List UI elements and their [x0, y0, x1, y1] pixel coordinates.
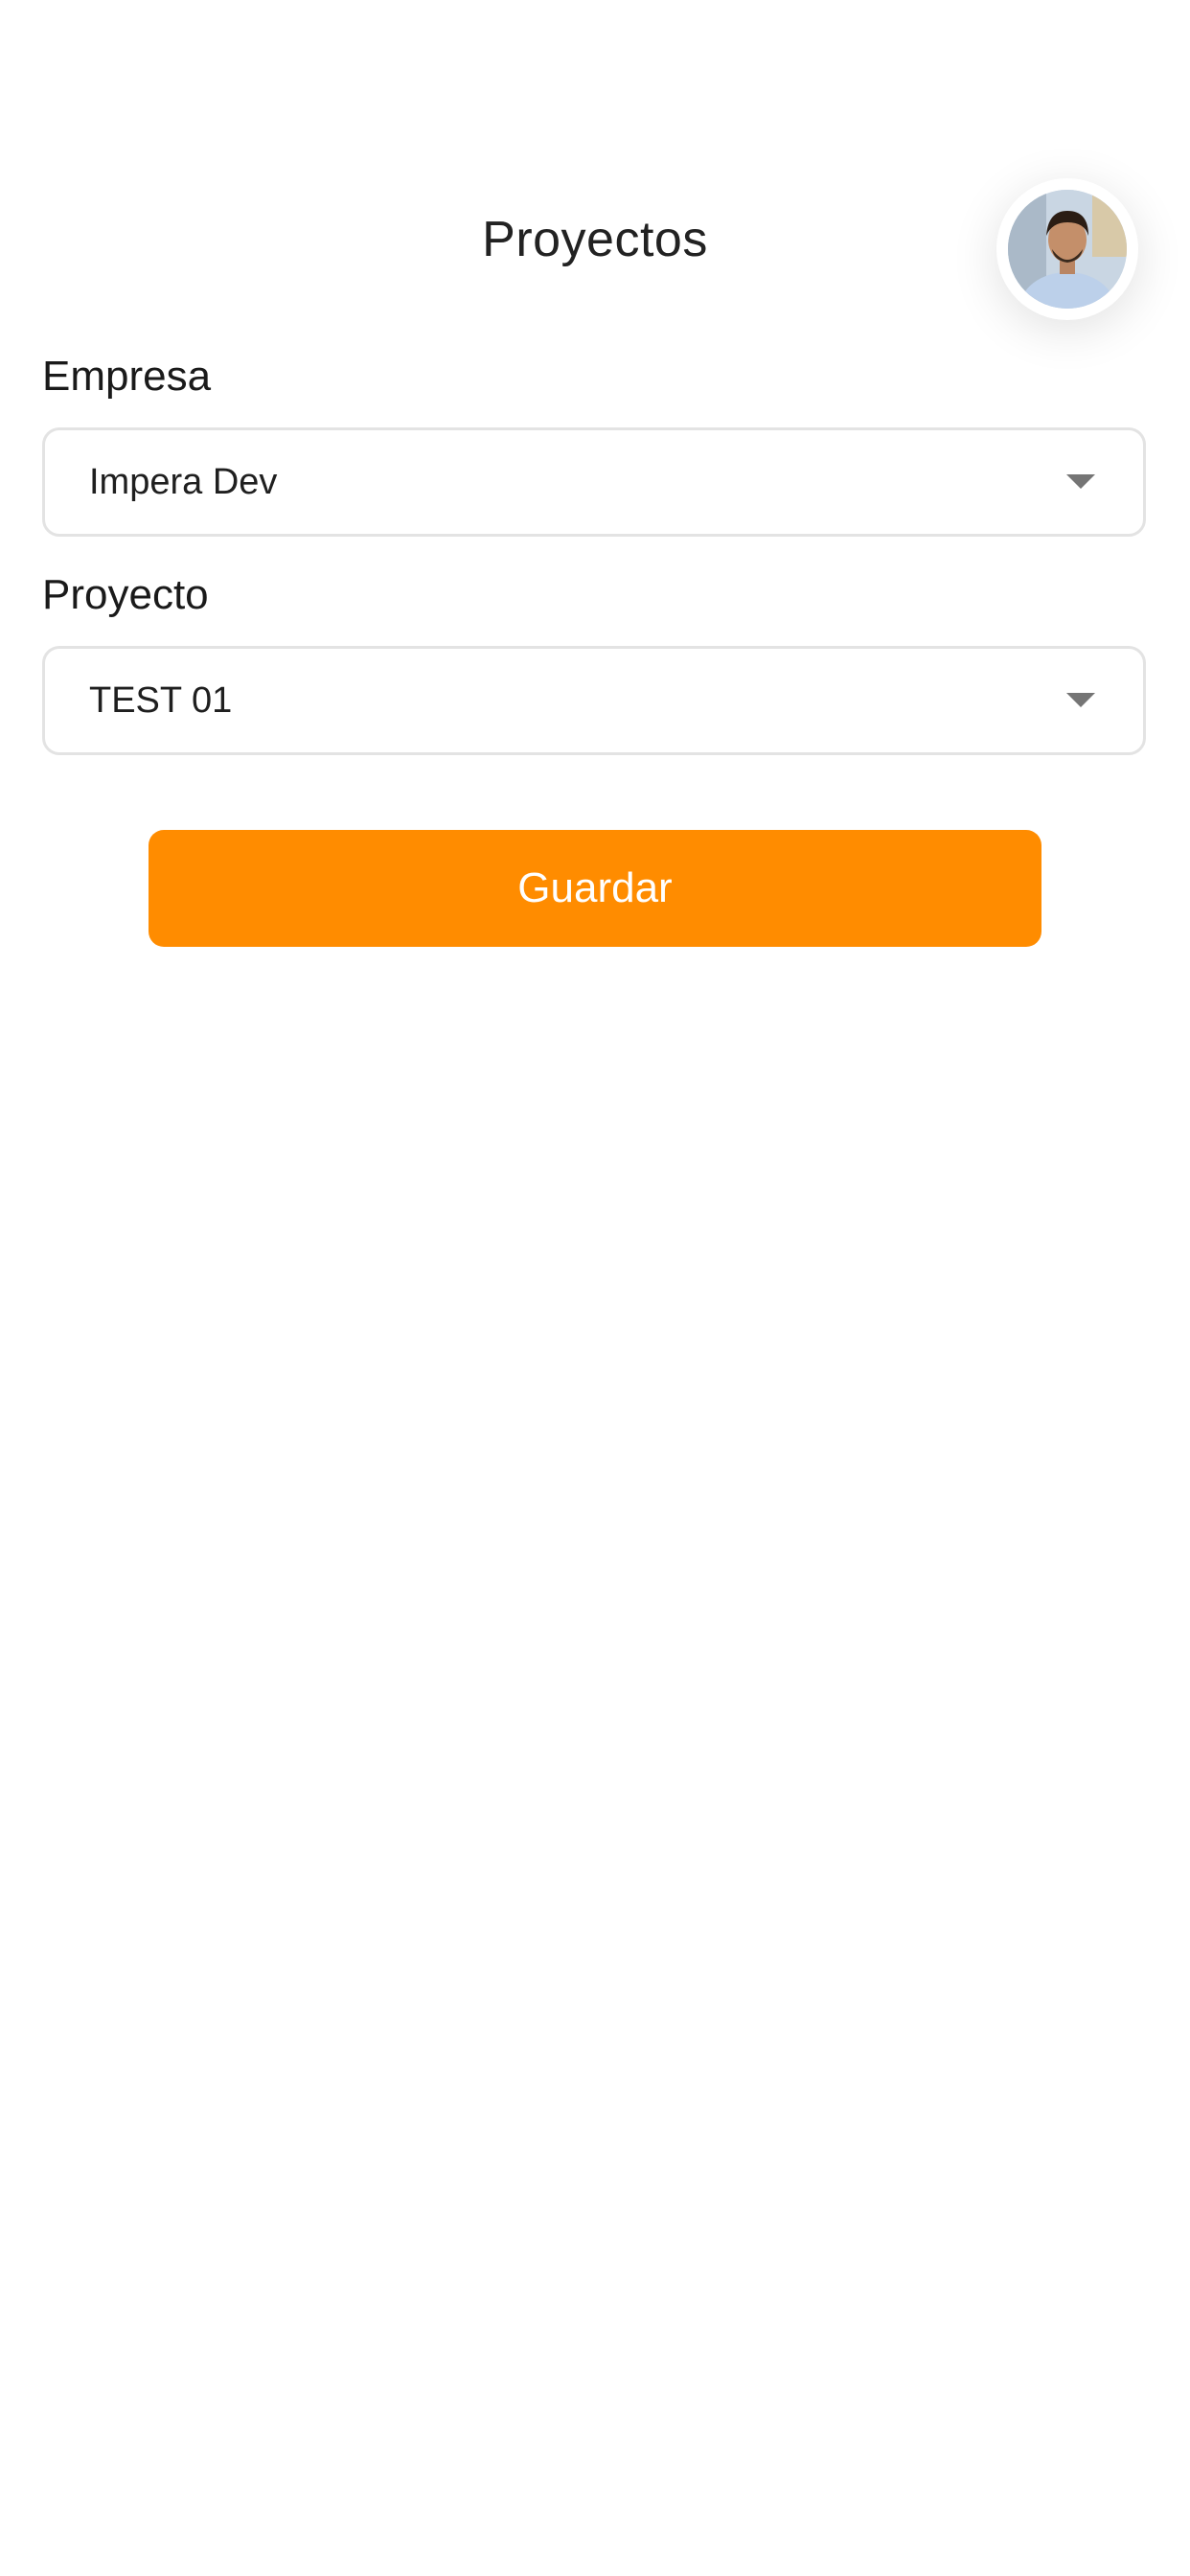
- proyecto-label: Proyecto: [42, 571, 209, 618]
- empresa-label: Empresa: [42, 353, 212, 400]
- avatar-button[interactable]: [996, 178, 1138, 320]
- chevron-down-icon: [1066, 474, 1095, 489]
- chevron-down-icon: [1066, 693, 1095, 707]
- user-avatar-icon: [1008, 190, 1127, 309]
- proyecto-select-value: TEST 01: [89, 680, 233, 721]
- empresa-select[interactable]: Impera Dev: [42, 427, 1146, 537]
- header: Proyectos: [0, 178, 1190, 320]
- empresa-select-value: Impera Dev: [89, 462, 278, 502]
- proyecto-select[interactable]: TEST 01: [42, 646, 1146, 755]
- avatar: [1008, 190, 1127, 309]
- save-button[interactable]: Guardar: [149, 830, 1041, 947]
